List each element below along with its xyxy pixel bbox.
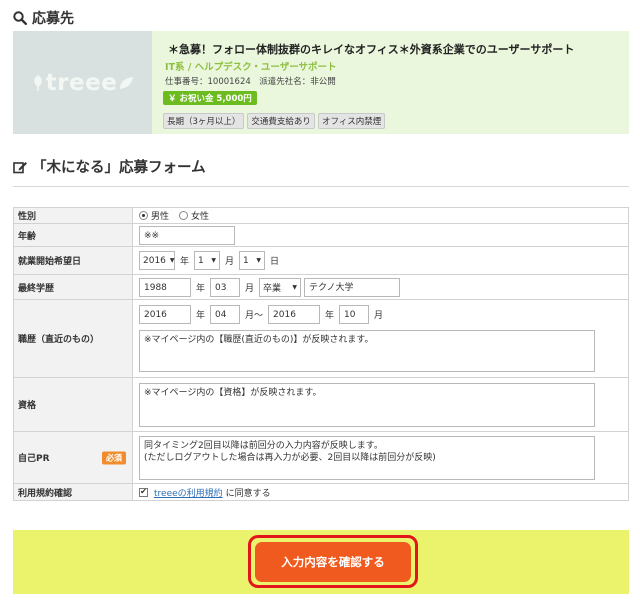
job-card[interactable]: treee ＊急募！フォロー体制抜群のキレイなオフィス＊外資系企業でのユーザーサ… [13, 31, 629, 134]
career-from-month-input[interactable]: 04 [210, 305, 241, 324]
self-pr-textarea[interactable]: 同タイミング2回目以降は前回分の入力内容が反映します。 (ただしログアウトした場… [139, 435, 595, 480]
terms-suffix: に同意する [225, 488, 271, 499]
job-category: IT系 / ヘルプデスク・ユーザーサポート [165, 62, 337, 73]
terms-checkbox[interactable]: ✔ [139, 487, 148, 497]
job-title[interactable]: ＊急募！フォロー体制抜群のキレイなオフィス＊外資系企業でのユーザーサポート [168, 41, 574, 57]
section-header-apply-target: 応募先 [13, 8, 74, 28]
row-self-pr: 自己PR 必須 同タイミング2回目以降は前回分の入力内容が反映します。 (ただし… [13, 431, 629, 484]
row-terms: 利用規約確認 ✔ treeeの利用規約 に同意する [13, 483, 629, 501]
age-label: 年齢 [13, 223, 133, 247]
application-form: 性別 男性 女性 年齢 ※※ 就業開始希望日 2016 ▼ 年 1 ▼ 月 1 ▼ 日 [13, 207, 629, 501]
terms-link[interactable]: treeeの利用規約 [154, 486, 223, 499]
job-tags: 長期（3ヶ月以上） 交通費支給あり オフィス内禁煙 [163, 113, 386, 129]
radio-male[interactable] [139, 211, 148, 220]
start-month-select[interactable]: 1 ▼ [194, 251, 221, 270]
self-pr-text-line2: (ただしログアウトした場合は再入力が必要、2回目以降は前回分が反映) [144, 452, 436, 463]
row-start-date: 就業開始希望日 2016 ▼ 年 1 ▼ 月 1 ▼ 日 [13, 246, 629, 275]
start-date-label: 就業開始希望日 [13, 246, 133, 275]
qualification-textarea[interactable]: ※マイページ内の【資格】が反映されます。 [139, 382, 595, 427]
start-year-select[interactable]: 2016 ▼ [139, 251, 175, 270]
tag-no-smoking: オフィス内禁煙 [317, 113, 386, 129]
edit-icon [13, 161, 27, 173]
row-career: 職歴（直近のもの） 2016 年 04 月～ 2016 年 10 月 ※マイペー… [13, 299, 629, 378]
self-pr-label: 自己PR [18, 454, 50, 464]
chevron-down-icon: ▼ [169, 257, 175, 264]
submit-highlight: 入力内容を確認する [248, 535, 418, 588]
self-pr-text-line1: 同タイミング2回目以降は前回分の入力内容が反映します。 [144, 440, 383, 451]
school-input[interactable]: テクノ大学 [304, 277, 401, 297]
terms-label: 利用規約確認 [13, 483, 133, 501]
career-textarea[interactable]: ※マイページ内の【職歴(直近のもの)】が反映されます。 [139, 330, 595, 372]
row-qualification: 資格 ※マイページ内の【資格】が反映されます。 [13, 377, 629, 432]
chevron-down-icon: ▼ [292, 283, 298, 291]
confirm-button[interactable]: 入力内容を確認する [255, 541, 411, 582]
age-input[interactable]: ※※ [139, 225, 235, 245]
career-to-year-input[interactable]: 2016 [268, 305, 321, 324]
row-education: 最終学歴 1988 年 03 月 卒業 ▼ テクノ大学 [13, 274, 629, 300]
career-from-year-input[interactable]: 2016 [139, 305, 191, 324]
required-badge: 必須 [102, 451, 126, 464]
start-day-select[interactable]: 1 ▼ [239, 251, 266, 270]
row-gender: 性別 男性 女性 [13, 207, 629, 224]
career-label: 職歴（直近のもの） [13, 299, 133, 378]
radio-female[interactable] [179, 211, 189, 220]
row-age: 年齢 ※※ [13, 223, 629, 247]
treee-logo: treee [31, 70, 135, 96]
form-title: 「木になる」応募フォーム [32, 160, 206, 176]
education-status-select[interactable]: 卒業 ▼ [259, 277, 302, 297]
education-month-input[interactable]: 03 [210, 277, 241, 297]
job-meta: 仕事番号：10001624 派遣先社名：非公開 [165, 77, 336, 87]
radio-male-label[interactable]: 男性 [151, 209, 169, 222]
job-thumbnail: treee [13, 31, 152, 134]
chevron-down-icon: ▼ [211, 257, 217, 264]
section-title: 応募先 [32, 11, 74, 27]
search-icon [13, 11, 27, 25]
education-year-input[interactable]: 1988 [139, 277, 191, 297]
career-to-month-input[interactable]: 10 [339, 305, 370, 324]
tag-long-term: 長期（3ヶ月以上） [163, 113, 245, 129]
tag-transport: 交通費支給あり [247, 113, 315, 129]
submit-area: 入力内容を確認する [13, 530, 629, 594]
qualification-label: 資格 [13, 377, 133, 432]
radio-female-label[interactable]: 女性 [191, 209, 209, 222]
chevron-down-icon: ▼ [256, 257, 262, 264]
gender-label: 性別 [13, 207, 133, 224]
education-label: 最終学歴 [13, 274, 133, 300]
divider [13, 186, 629, 187]
reward-badge: ￥ お祝い金 5,000円 [163, 91, 257, 105]
section-header-form: 「木になる」応募フォーム [13, 156, 206, 177]
